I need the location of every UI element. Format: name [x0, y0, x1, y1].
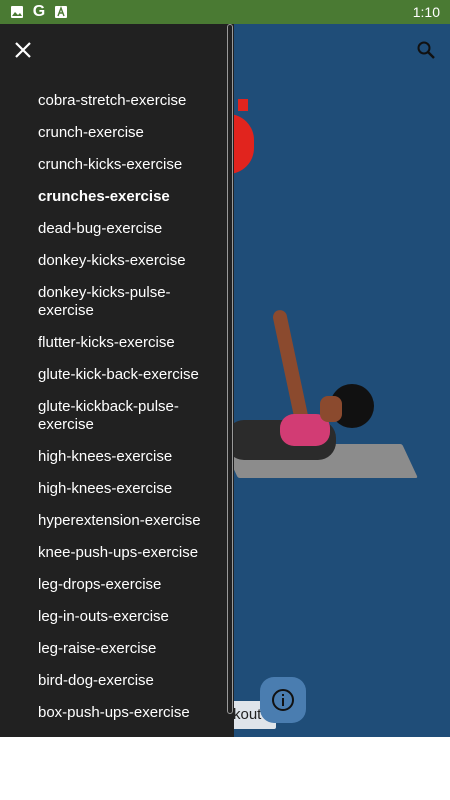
drawer-item[interactable]: flutter-kicks-exercise — [0, 327, 220, 359]
scrollbar[interactable] — [227, 24, 233, 714]
image-icon — [10, 5, 24, 19]
exercise-list: cobra-stretch-exercise crunch-exercise cru… — [0, 85, 234, 729]
info-icon[interactable] — [260, 677, 306, 723]
search-icon[interactable] — [414, 38, 438, 62]
drawer-item[interactable]: knee-push-ups-exercise — [0, 537, 220, 569]
drawer-item[interactable]: leg-raise-exercise — [0, 633, 220, 665]
text-icon — [54, 5, 68, 19]
drawer-item[interactable]: hyperextension-exercise — [0, 505, 220, 537]
google-icon: G — [32, 3, 46, 20]
drawer-item[interactable]: crunch-exercise — [0, 117, 220, 149]
drawer-item[interactable]: glute-kickback-pulse-exercise — [0, 391, 220, 441]
drawer-item[interactable]: dead-bug-exercise — [0, 213, 220, 245]
status-time: 1:10 — [412, 4, 440, 20]
exercise-figure-arm — [271, 308, 311, 430]
close-icon[interactable] — [10, 37, 36, 63]
timer-graphic-dot — [238, 99, 248, 111]
drawer-item[interactable]: box-push-ups-exercise — [0, 697, 220, 729]
status-bar: G 1:10 — [0, 0, 450, 24]
drawer-item[interactable]: crunch-kicks-exercise — [0, 149, 220, 181]
drawer-item[interactable]: cobra-stretch-exercise — [0, 85, 220, 117]
drawer-item[interactable]: glute-kick-back-exercise — [0, 359, 220, 391]
status-icons: G — [10, 3, 68, 20]
drawer-item[interactable]: bird-dog-exercise — [0, 665, 220, 697]
exercise-figure-face — [320, 396, 342, 422]
navigation-drawer: cobra-stretch-exercise crunch-exercise cru… — [0, 24, 234, 737]
drawer-item[interactable]: leg-drops-exercise — [0, 569, 220, 601]
drawer-item[interactable]: crunches-exercise — [0, 181, 220, 213]
bottom-area — [0, 737, 450, 800]
drawer-item[interactable]: donkey-kicks-exercise — [0, 245, 220, 277]
drawer-item[interactable]: high-knees-exercise — [0, 473, 220, 505]
drawer-item[interactable]: high-knees-exercise — [0, 441, 220, 473]
drawer-item[interactable]: donkey-kicks-pulse-exercise — [0, 277, 220, 327]
drawer-item[interactable]: leg-in-outs-exercise — [0, 601, 220, 633]
